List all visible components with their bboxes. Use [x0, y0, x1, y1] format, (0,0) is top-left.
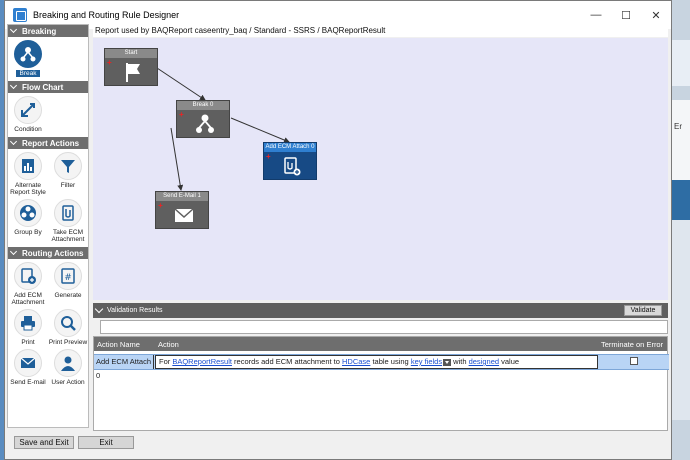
section-header-report-actions[interactable]: Report Actions	[8, 137, 88, 149]
filter-icon	[61, 160, 75, 173]
tool-add-ecm-attachment[interactable]: Add ECM Attachment	[8, 259, 48, 306]
chevron-down-icon[interactable]	[94, 304, 104, 314]
node-break[interactable]: Break 0 +	[176, 100, 230, 138]
section-header-flow-chart[interactable]: Flow Chart	[8, 81, 88, 93]
tool-generate[interactable]: # Generate	[48, 259, 88, 306]
add-attachment-icon	[284, 157, 301, 176]
dropdown-arrow-icon[interactable]	[443, 358, 452, 366]
validation-message-field[interactable]	[100, 320, 668, 334]
expand-icon[interactable]: +	[107, 59, 112, 67]
cell-action[interactable]: For BAQReportResult records add ECM atta…	[155, 355, 598, 369]
user-icon	[61, 356, 75, 371]
tool-print[interactable]: Print	[8, 306, 48, 346]
flow-connectors	[156, 67, 290, 191]
attachment-icon	[62, 205, 74, 221]
chevron-down-icon	[10, 249, 18, 257]
svg-text:#: #	[64, 273, 72, 283]
window-title: Breaking and Routing Rule Designer	[33, 10, 180, 20]
node-add-ecm-attach[interactable]: Add ECM Attach 0 +	[263, 142, 317, 180]
expand-icon[interactable]: +	[266, 153, 271, 161]
connector-start-break	[156, 67, 206, 101]
breadcrumb: Report used by BAQReport caseentry_baq /…	[93, 24, 668, 37]
table-row[interactable]: Add ECM Attach 0 For BAQReportResult rec…	[94, 354, 669, 380]
terminate-checkbox[interactable]	[630, 357, 638, 365]
background-desktop: Er	[670, 0, 690, 460]
tool-print-preview[interactable]: Print Preview	[48, 306, 88, 346]
save-and-exit-button[interactable]: Save and Exit	[14, 436, 74, 449]
tool-group-by[interactable]: Group By	[8, 196, 48, 243]
validation-header: Validation Results Validate	[93, 303, 668, 318]
validate-button[interactable]: Validate	[624, 305, 662, 316]
chevron-down-icon	[10, 27, 18, 35]
link-baqreportresult[interactable]: BAQReportResult	[172, 357, 232, 366]
expand-icon[interactable]: +	[179, 111, 184, 119]
section-header-breaking[interactable]: Breaking	[8, 25, 88, 37]
connector-break-ecm	[230, 117, 290, 143]
condition-icon	[21, 103, 35, 117]
link-designed[interactable]: designed	[469, 357, 499, 366]
generate-icon: #	[61, 268, 75, 284]
background-panel	[670, 180, 690, 220]
app-icon	[13, 8, 27, 22]
exit-button[interactable]: Exit	[78, 436, 134, 449]
tool-send-email[interactable]: Send E-mail	[8, 346, 48, 386]
expand-icon[interactable]: +	[158, 202, 163, 210]
tool-palette: Breaking Break Flow Chart Condition Repo…	[7, 24, 89, 428]
printer-icon	[21, 316, 35, 331]
tool-break[interactable]: Break	[8, 37, 48, 77]
column-header-terminate[interactable]: Terminate on Error	[601, 340, 663, 349]
link-hdcase[interactable]: HDCase	[342, 357, 370, 366]
tool-user-action[interactable]: User Action	[48, 346, 88, 386]
flow-canvas[interactable]: Start + Break 0 + Add ECM Attach 0 + Sen…	[93, 38, 668, 300]
section-header-routing-actions[interactable]: Routing Actions	[8, 247, 88, 259]
column-header-action[interactable]: Action	[158, 340, 179, 349]
link-key-fields[interactable]: key fields	[411, 357, 442, 366]
tool-take-ecm-attachment[interactable]: Take ECM Attachment	[48, 196, 88, 243]
tool-alternate-report-style[interactable]: Alternate Report Style	[8, 149, 48, 196]
background-panel	[670, 220, 690, 420]
flag-icon	[126, 63, 140, 82]
break-icon	[196, 114, 214, 133]
cell-action-name[interactable]: Add ECM Attach 0	[94, 355, 154, 380]
grid-header: Action Name Action Terminate on Error	[94, 337, 667, 351]
break-icon	[20, 47, 36, 62]
node-start[interactable]: Start +	[104, 48, 158, 86]
tool-filter[interactable]: Filter	[48, 149, 88, 196]
group-by-icon	[20, 205, 36, 221]
column-header-action-name[interactable]: Action Name	[97, 340, 140, 349]
validation-title: Validation Results	[107, 307, 163, 314]
email-icon	[174, 208, 194, 222]
node-send-email[interactable]: Send E-Mail 1 +	[155, 191, 209, 229]
report-style-icon	[22, 159, 34, 173]
chevron-down-icon	[10, 83, 18, 91]
add-attachment-icon	[21, 268, 36, 284]
email-icon	[20, 357, 36, 368]
print-preview-icon	[61, 316, 76, 331]
validation-grid: Action Name Action Terminate on Error Ad…	[93, 336, 669, 431]
background-panel	[670, 40, 690, 86]
tool-condition[interactable]: Condition	[8, 93, 48, 133]
background-text: Er	[674, 122, 682, 131]
chevron-down-icon	[10, 139, 18, 147]
